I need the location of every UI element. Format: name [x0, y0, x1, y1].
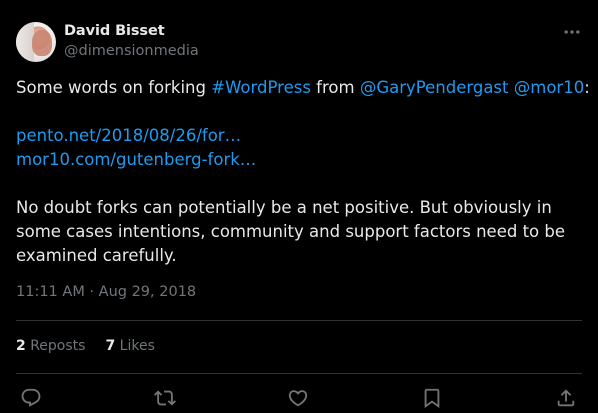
bookmark-icon[interactable] [421, 387, 443, 409]
reply-icon[interactable] [20, 387, 42, 409]
url-line-2: mor10.com/gutenberg-fork… [16, 148, 584, 172]
mention-link-2[interactable]: @mor10 [514, 78, 584, 97]
tweet-text-line1: Some words on forking #WordPress from @G… [16, 76, 590, 100]
engagement-stats: 2 Reposts 7 Likes [16, 338, 175, 354]
more-icon[interactable] [560, 20, 584, 44]
divider [16, 320, 582, 321]
tweet-timestamp[interactable]: 11:11 AM · Aug 29, 2018 [16, 284, 196, 300]
likes-label: Likes [119, 338, 155, 354]
url-line-1: pento.net/2018/08/26/for… [16, 124, 584, 148]
url-link-2[interactable]: mor10.com/gutenberg-fork… [16, 150, 256, 169]
author-display-name[interactable]: David Bisset [64, 23, 165, 39]
hashtag-link[interactable]: #WordPress [211, 78, 311, 97]
likes-count: 7 [105, 338, 116, 354]
action-bar [0, 384, 598, 411]
likes-stat[interactable]: 7 Likes [105, 338, 154, 354]
avatar[interactable] [16, 22, 56, 62]
share-icon[interactable] [555, 387, 577, 409]
divider [16, 373, 582, 374]
tweet-text-from: from [310, 78, 360, 97]
tweet-text-paragraph2: No doubt forks can potentially be a net … [16, 198, 566, 265]
tweet: David Bisset @dimensionmedia Some words … [0, 0, 598, 411]
reposts-stat[interactable]: 2 Reposts [16, 338, 85, 354]
url-link-1[interactable]: pento.net/2018/08/26/for… [16, 126, 241, 145]
repost-icon[interactable] [154, 387, 176, 409]
reposts-label: Reposts [30, 338, 86, 354]
tweet-text-colon: : [584, 78, 590, 97]
reposts-count: 2 [16, 338, 26, 354]
avatar-face [32, 30, 52, 56]
mention-link-1[interactable]: @GaryPendergast [360, 78, 509, 97]
author-handle[interactable]: @dimensionmedia [64, 43, 199, 59]
like-icon[interactable] [287, 387, 309, 409]
tweet-text-prefix: Some words on forking [16, 78, 212, 97]
